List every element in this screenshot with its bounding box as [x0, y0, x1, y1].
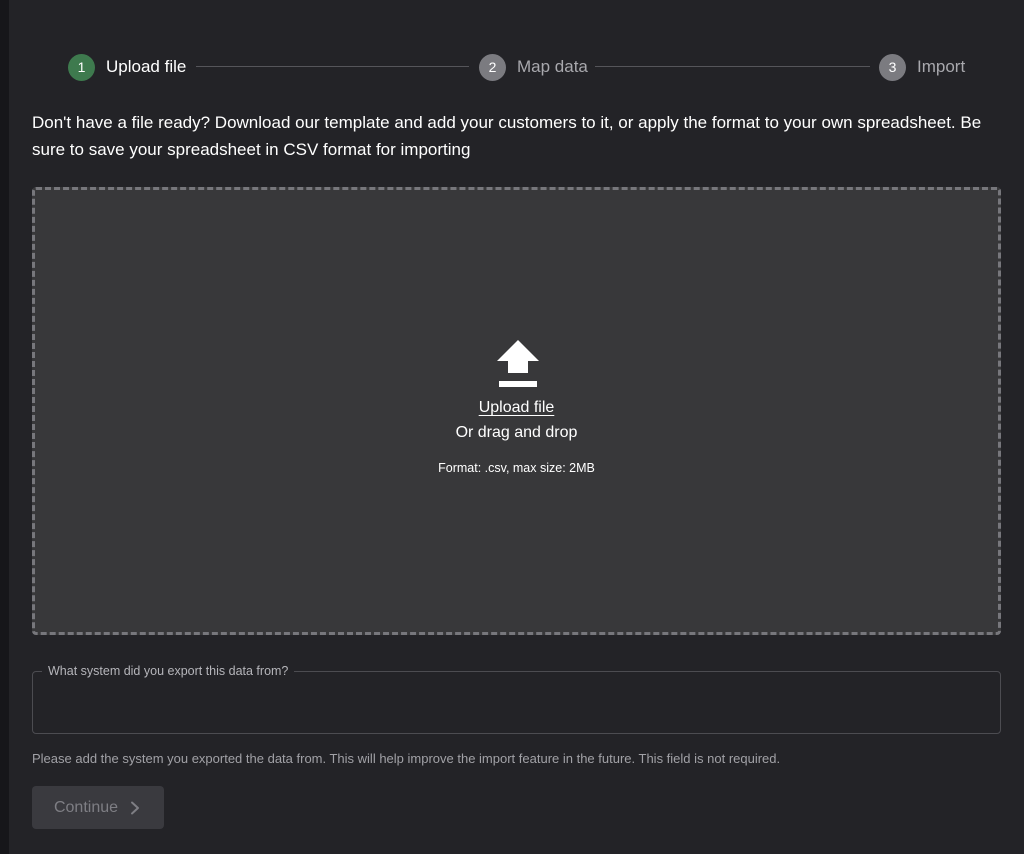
step-label: Map data	[517, 57, 588, 76]
step-map-data: 2 Map data	[479, 53, 588, 81]
step-number: 3	[879, 53, 906, 81]
step-number: 1	[68, 53, 95, 81]
upload-icon	[497, 340, 539, 387]
file-dropzone[interactable]: Upload file Or drag and drop Format: .cs…	[32, 187, 1001, 635]
continue-label: Continue	[53, 798, 119, 816]
step-upload-file: 1 Upload file	[68, 53, 186, 81]
upload-file-link[interactable]: Upload file	[35, 399, 998, 417]
format-hint: Format: .csv, max size: 2MB	[438, 461, 595, 475]
export-system-label: What system did you export this data fro…	[42, 663, 295, 679]
step-import: 3 Import	[879, 53, 965, 81]
export-system-field: What system did you export this data fro…	[32, 663, 1001, 734]
import-stepper: 1 Upload file 2 Map data 3 Import	[68, 53, 968, 81]
step-number: 2	[479, 53, 506, 81]
step-label: Upload file	[106, 57, 187, 76]
chevron-right-icon	[131, 801, 140, 814]
step-connector	[595, 66, 870, 67]
intro-text: Don't have a file ready? Download our te…	[32, 113, 982, 159]
step-connector	[196, 66, 469, 67]
export-system-input[interactable]	[47, 690, 986, 720]
continue-button[interactable]: Continue	[32, 786, 164, 829]
export-system-helper: Please add the system you exported the d…	[32, 751, 781, 766]
step-label: Import	[917, 57, 966, 76]
drag-drop-text: Or drag and drop	[455, 424, 578, 441]
